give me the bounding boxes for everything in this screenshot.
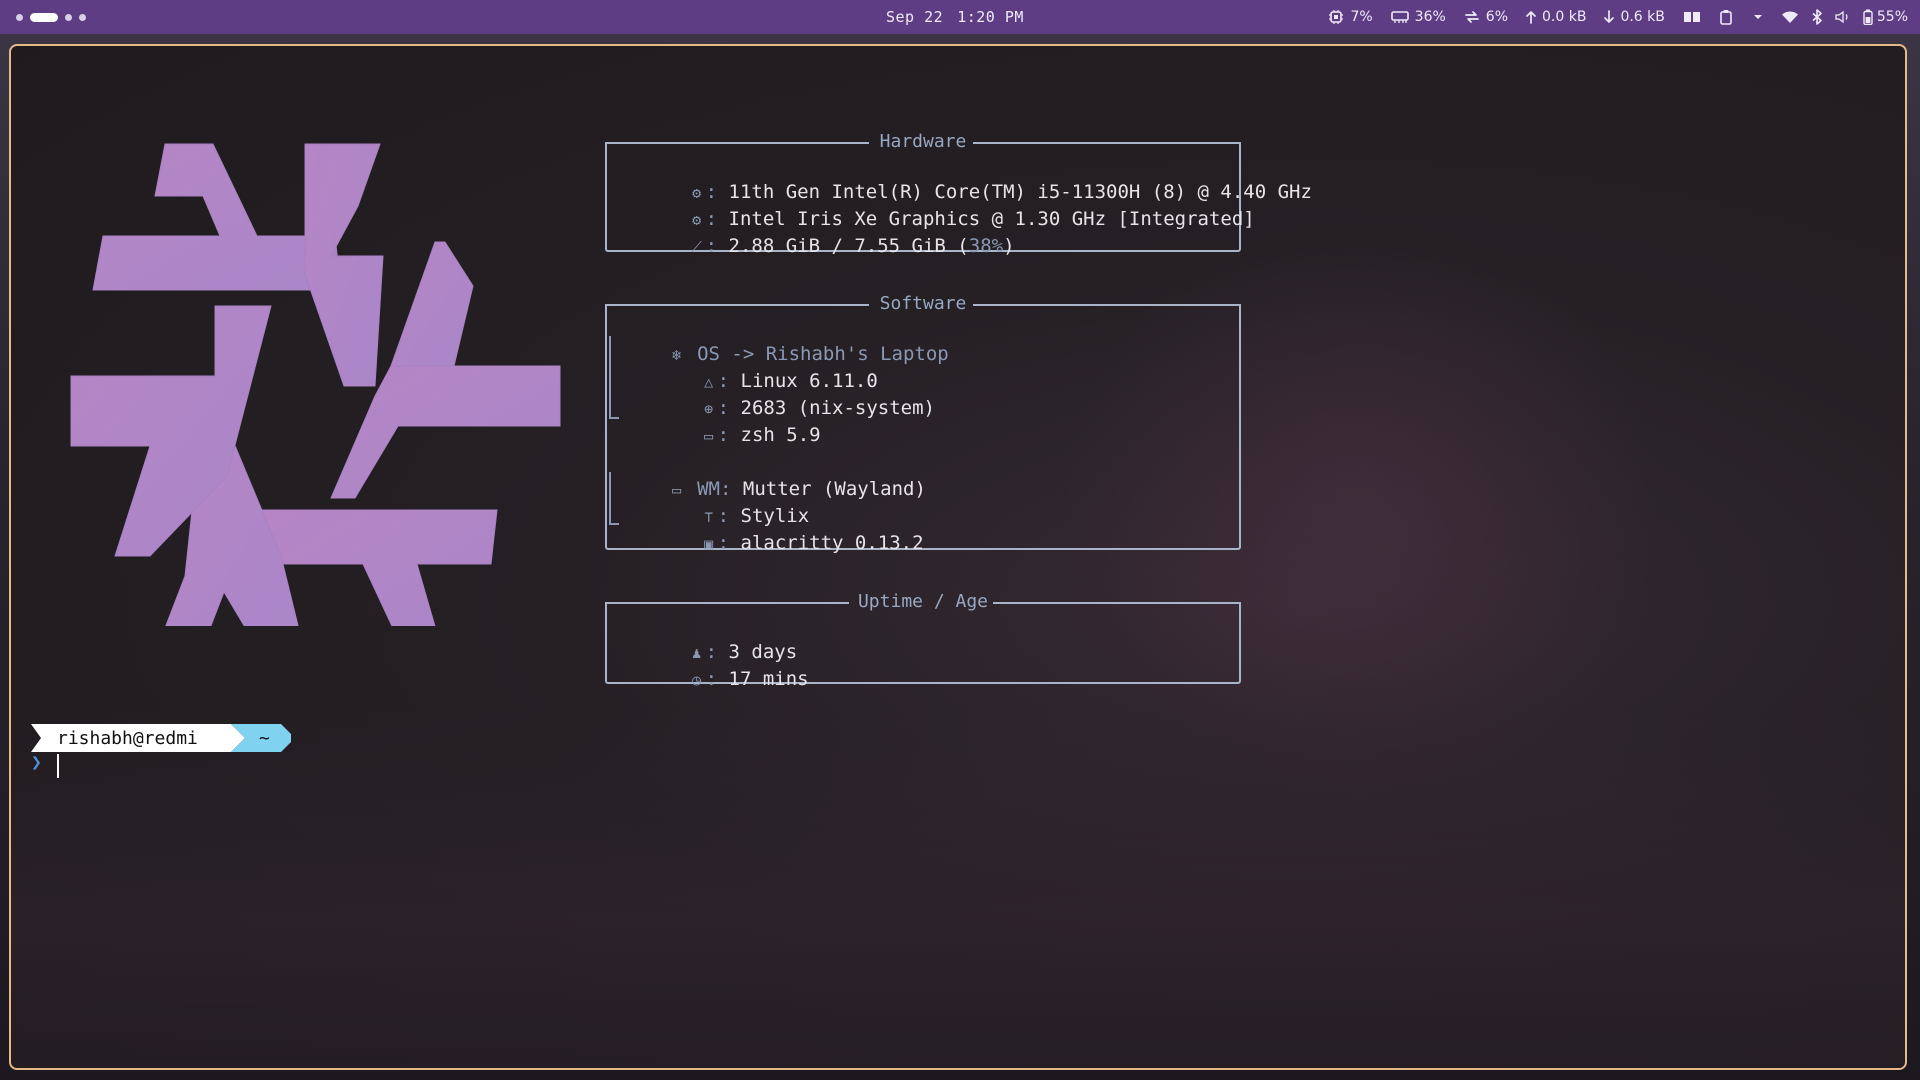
terminal-window[interactable]: Hardware ⚙: 11th Gen Intel(R) Core(TM) i… [9,44,1907,1070]
cpu-icon [1329,10,1344,24]
memory-value: 36% [1414,9,1446,25]
swap-icon [1464,11,1479,23]
cpu-value: 7% [1350,9,1373,25]
text-cursor [57,754,59,778]
volume-icon [1835,10,1848,24]
software-box: Software ❄ OS -> Rishabh's Laptop △: Lin… [605,294,1241,554]
memory-close: ) [1003,235,1015,257]
network-upload-indicator[interactable]: 0.0 kB [1526,9,1586,25]
workspace-indicator[interactable] [16,11,86,23]
hardware-title: Hardware [879,131,967,152]
workspace-dot[interactable] [79,13,86,21]
memory-percent: 38% [968,235,1004,257]
memory-icon: ⟋ [691,238,702,256]
shell-info: zsh 5.9 [740,424,821,446]
memory-icon [1390,11,1409,23]
swap-indicator[interactable]: 6% [1464,9,1508,25]
workspace-dot[interactable] [16,13,23,21]
net-up-value: 0.0 kB [1542,9,1587,25]
nixos-logo [70,143,561,626]
clock-icon: ◷ [692,671,702,689]
software-title: Software [879,293,967,314]
clipboard-icon [1720,10,1732,25]
terminal-info: alacritty 0.13.2 [740,532,924,554]
uptime-title: Uptime / Age [857,591,989,612]
bluetooth-icon [1812,9,1822,25]
battery-value: 55% [1876,9,1908,25]
status-menu[interactable]: 55% [1781,9,1908,25]
prompt-symbol: ❯ [31,752,42,773]
memory-indicator[interactable]: 36% [1390,9,1446,25]
chevron-down-icon [1753,15,1762,19]
arrow-down-icon [1604,10,1615,23]
window-layout-icon [1683,12,1700,22]
clock-date: Sep 22 [886,8,944,26]
wifi-icon [1781,11,1798,23]
system-indicators: 7% 36% 6% 0.0 kB 0.6 kB 55% [1328,6,1908,28]
arrow-up-icon [1526,11,1536,24]
uptime-mins: 17 mins [728,668,809,690]
cpu-indicator[interactable]: 7% [1328,9,1373,25]
terminal-icon: ▣ [704,535,714,553]
hardware-box: Hardware ⚙: 11th Gen Intel(R) Core(TM) i… [605,132,1312,257]
clock[interactable]: Sep 22 1:20 PM [886,8,1038,26]
network-download-indicator[interactable]: 0.6 kB [1604,9,1665,25]
memory-info: 2.88 GiB / 7.55 GiB ( [728,235,969,257]
battery-indicator[interactable]: 55% [1863,9,1908,25]
top-panel: Sep 22 1:20 PM 7% 36% 6% 0.0 kB 0.6 kB 5… [0,0,1920,34]
wallpaper-grass [11,708,1905,1068]
prompt-dir: ~ [259,728,270,749]
layout-indicator[interactable] [1683,11,1701,23]
shell-icon: ▭ [704,427,714,445]
uptime-box: Uptime / Age ♟: 3 days ◷: 17 mins [605,592,1241,690]
clipboard-indicator[interactable] [1719,9,1763,25]
swap-value: 6% [1485,9,1508,25]
net-down-value: 0.6 kB [1620,9,1665,25]
prompt-user-host: rishabh@redmi [57,728,198,749]
battery-icon [1863,9,1873,25]
workspace-dot[interactable] [65,13,72,21]
shell-prompt: rishabh@redmi ~ [31,724,291,752]
clock-time: 1:20 PM [957,8,1024,26]
workspace-active[interactable] [30,12,58,22]
